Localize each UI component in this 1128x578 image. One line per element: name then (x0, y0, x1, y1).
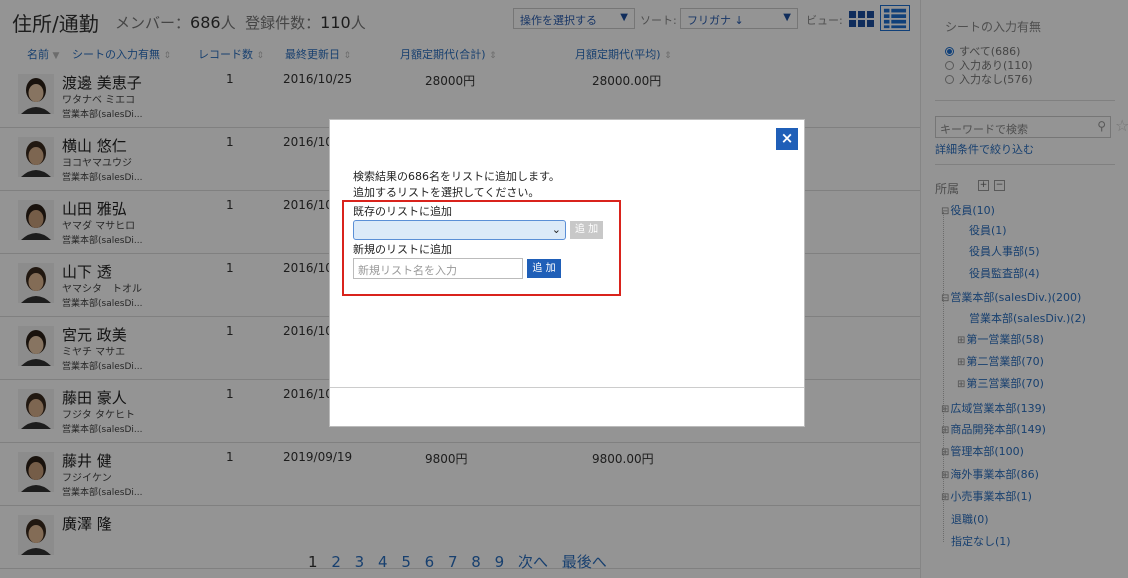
existing-add-button[interactable]: 追 加 (570, 221, 603, 239)
new-list-label: 新規のリストに追加 (353, 243, 452, 256)
existing-list-select[interactable]: ⌄ (353, 220, 566, 240)
existing-list-label: 既存のリストに追加 (353, 205, 452, 218)
chevron-down-icon: ⌄ (551, 223, 561, 236)
add-to-list-dialog: × 検索結果の686名をリストに追加します。 追加するリストを選択してください。… (329, 119, 805, 427)
dialog-footer-divider (330, 387, 804, 388)
dialog-message: 検索結果の686名をリストに追加します。 (353, 170, 560, 183)
new-add-button[interactable]: 追 加 (527, 259, 561, 278)
close-button[interactable]: × (776, 128, 798, 150)
dialog-instruction: 追加するリストを選択してください。 (353, 186, 540, 199)
new-list-name-input[interactable]: 新規リスト名を入力 (353, 258, 523, 279)
